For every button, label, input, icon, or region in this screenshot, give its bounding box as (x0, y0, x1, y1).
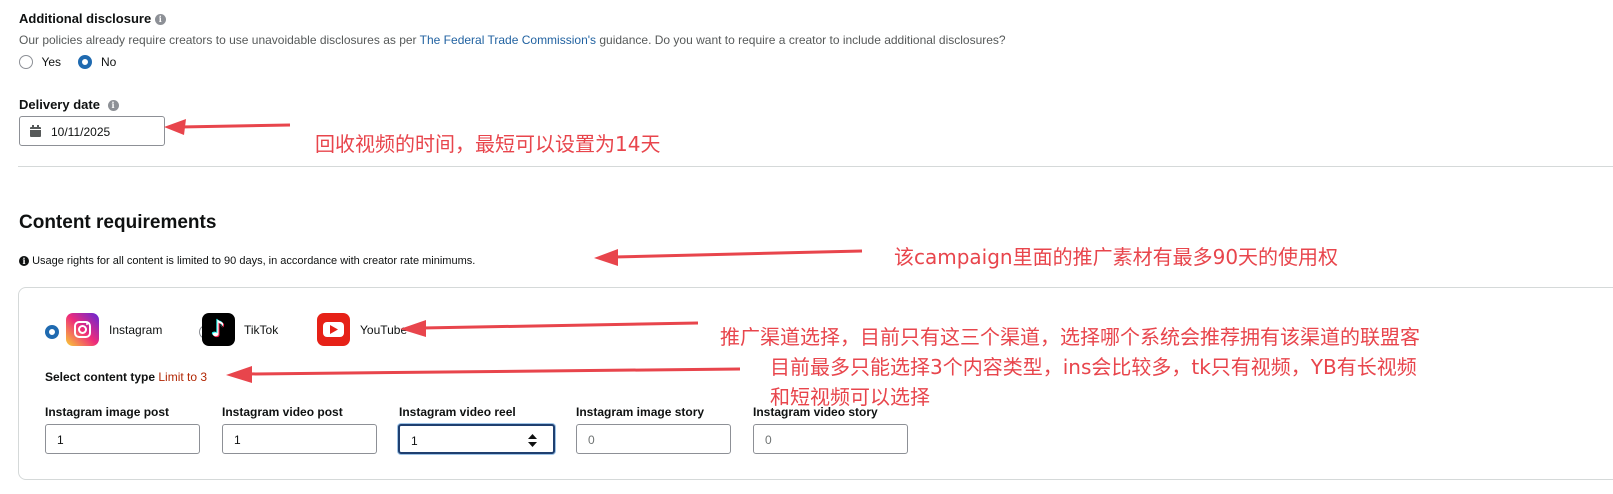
delivery-date-input[interactable]: 10/11/2025 (19, 116, 165, 146)
video-story-input[interactable]: 0 (753, 424, 908, 454)
video-post-input[interactable]: 1 (222, 424, 377, 454)
annotation-arrow (226, 366, 741, 383)
delivery-date-label: Delivery date i (19, 97, 119, 112)
youtube-icon (317, 313, 350, 346)
info-icon[interactable]: i (107, 100, 119, 112)
disclosure-description: Our policies already require creators to… (19, 33, 1006, 47)
info-icon[interactable]: i (154, 14, 166, 26)
additional-disclosure-title: Additional disclosure i (19, 11, 166, 26)
ftc-guidance-link[interactable]: The Federal Trade Commission's (420, 33, 596, 47)
field-label-image-story: Instagram image story (576, 405, 705, 419)
field-label-video-post: Instagram video post (222, 405, 343, 419)
field-label-video-story: Instagram video story (753, 405, 878, 419)
video-reel-value: 1 (411, 434, 418, 448)
usage-note: i Usage rights for all content is limite… (19, 255, 475, 267)
content-type-limit: Limit to 3 (158, 370, 208, 384)
content-type-label: Select content type Limit to 3 (45, 370, 208, 384)
disclosure-yes-radio[interactable] (19, 54, 33, 69)
section-divider (18, 166, 1613, 167)
annotation-arrow (164, 119, 291, 135)
instagram-radio[interactable] (45, 324, 59, 339)
disclosure-radio-group: Yes No (19, 53, 116, 71)
disclosure-no-label: No (100, 54, 117, 69)
annotation-arrow (400, 320, 699, 337)
tiktok-icon: ♪ (202, 313, 235, 346)
annotation-delivery: 回收视频的时间，最短可以设置为14天 (315, 132, 661, 156)
delivery-date-value: 10/11/2025 (51, 125, 111, 139)
instagram-icon (66, 313, 99, 346)
image-story-input[interactable]: 0 (576, 424, 731, 454)
stepper-icon[interactable] (528, 434, 537, 447)
calendar-icon (30, 125, 41, 137)
tiktok-label: TikTok (244, 323, 279, 337)
info-icon: i (19, 256, 29, 267)
content-requirements-heading: Content requirements (19, 212, 217, 233)
annotation-usage: 该campaign里面的推广素材有最多90天的使用权 (894, 245, 1339, 269)
instagram-label: Instagram (109, 323, 163, 337)
field-label-video-reel: Instagram video reel (399, 405, 516, 419)
field-label-image-post: Instagram image post (45, 405, 170, 419)
annotation-content-line1: 目前最多只能选择3个内容类型，ins会比较多，tk只有视频，YB有长视频 (770, 355, 1417, 379)
disclosure-yes-label: Yes (41, 54, 62, 69)
video-reel-input[interactable]: 1 (398, 424, 555, 454)
disclosure-no-radio[interactable] (78, 54, 93, 69)
annotation-arrow (594, 249, 863, 266)
annotation-channel: 推广渠道选择，目前只有这三个渠道，选择哪个系统会推荐拥有该渠道的联盟客 (720, 325, 1420, 349)
image-post-input[interactable]: 1 (45, 424, 200, 454)
